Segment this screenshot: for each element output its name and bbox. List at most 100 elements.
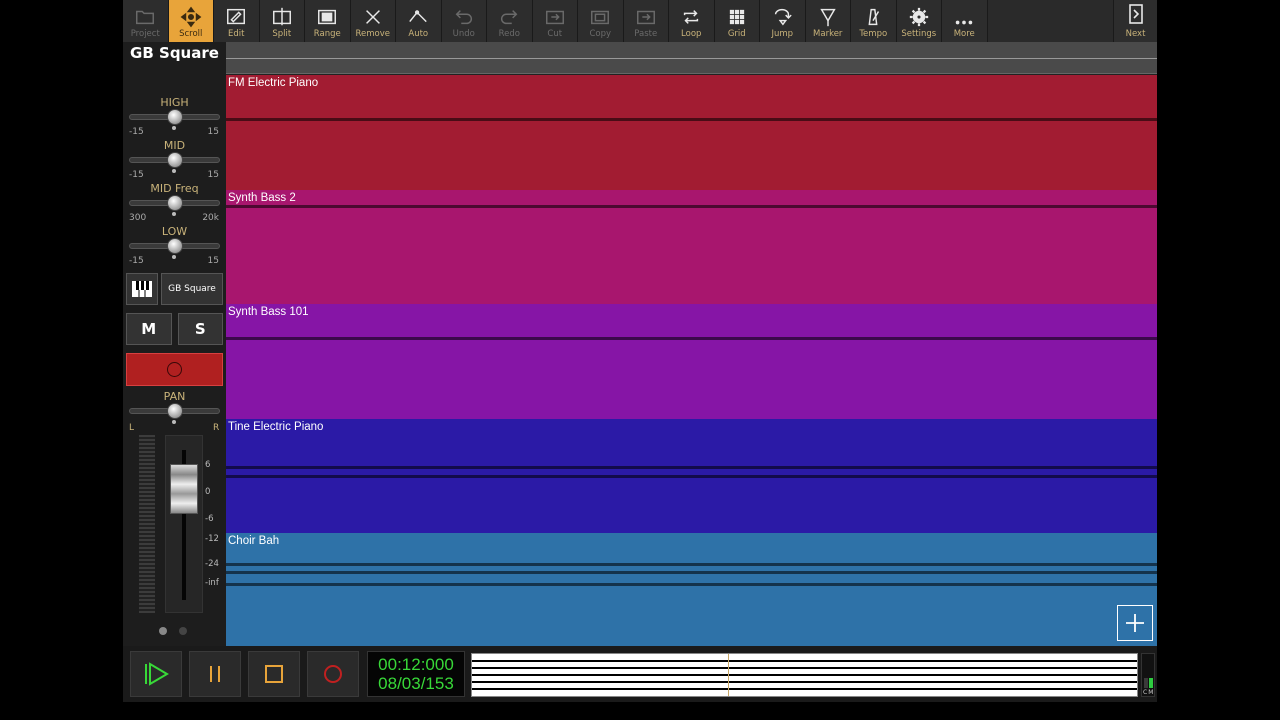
eq-high-label: HIGH xyxy=(160,96,189,109)
remove-tool-button[interactable]: Remove xyxy=(350,0,396,42)
pan-right-label: R xyxy=(213,423,220,433)
tool-label: Auto xyxy=(408,29,429,39)
next-button[interactable]: Next xyxy=(1113,0,1157,42)
cpu-meter-label: CM xyxy=(1143,689,1155,696)
eq-center-dot xyxy=(172,126,176,130)
lane-divider xyxy=(226,563,1157,567)
gear-icon xyxy=(908,5,930,29)
tool-label: Cut xyxy=(547,29,563,39)
grid-tool-button[interactable]: Grid xyxy=(714,0,760,42)
page-dot xyxy=(179,627,187,635)
track-area[interactable]: FM Electric Piano Synth Bass 2 Synth Bass … xyxy=(226,42,1157,649)
track-lane[interactable]: Tine Electric Piano xyxy=(226,418,1157,535)
more-tool-button[interactable]: More xyxy=(942,0,988,42)
eq-high-min: -15 xyxy=(129,127,144,137)
automation-icon xyxy=(407,5,429,29)
time-display[interactable]: 00:12:000 08/03/153 xyxy=(367,651,465,697)
marker-tool-button[interactable]: Marker xyxy=(805,0,851,42)
folder-icon xyxy=(134,5,156,29)
scroll-tool-button[interactable]: Scroll xyxy=(168,0,214,42)
track-lane[interactable]: Synth Bass 2 xyxy=(226,189,1157,306)
tool-label: Undo xyxy=(452,29,475,39)
track-title: Choir Bah xyxy=(228,535,280,548)
lane-divider xyxy=(226,583,1157,587)
tool-label: Marker xyxy=(813,29,843,39)
eq-mid-max: 15 xyxy=(207,170,219,180)
split-icon xyxy=(271,5,293,29)
eq-center-dot xyxy=(172,255,176,259)
position-readout: 08/03/153 xyxy=(378,674,454,693)
eq-low-label: LOW xyxy=(161,225,188,238)
eq-mid-freq-label: MID Freq xyxy=(150,182,199,195)
redo-tool-button[interactable]: Redo xyxy=(487,0,533,42)
cpu-meter: CM xyxy=(1141,653,1155,697)
more-dots-icon xyxy=(953,5,975,29)
stop-button[interactable] xyxy=(248,651,300,697)
settings-tool-button[interactable]: Settings xyxy=(896,0,942,42)
eq-center-dot xyxy=(172,169,176,173)
lane-divider xyxy=(226,474,1157,478)
play-button[interactable] xyxy=(130,651,182,697)
jump-tool-button[interactable]: Jump xyxy=(760,0,806,42)
record-circle-icon xyxy=(167,362,182,377)
add-track-button[interactable] xyxy=(1117,605,1153,641)
lane-divider xyxy=(226,337,1157,341)
paste-tool-button[interactable]: Paste xyxy=(623,0,669,42)
solo-button[interactable]: S xyxy=(177,313,223,345)
record-arm-button[interactable] xyxy=(126,353,223,386)
pause-button[interactable] xyxy=(189,651,241,697)
loop-tool-button[interactable]: Loop xyxy=(669,0,715,42)
next-page-icon xyxy=(1127,3,1145,29)
close-x-icon xyxy=(362,5,384,29)
lane-divider xyxy=(226,571,1157,575)
tool-label: Copy xyxy=(589,29,612,39)
eq-mid-knob[interactable] xyxy=(166,152,183,168)
tool-label: Settings xyxy=(901,29,937,39)
auto-tool-button[interactable]: Auto xyxy=(396,0,442,42)
play-icon xyxy=(145,662,169,686)
timeline-ruler[interactable] xyxy=(226,42,1157,74)
eq-high-knob[interactable] xyxy=(166,109,183,125)
tool-label: Grid xyxy=(727,29,746,39)
next-label: Next xyxy=(1125,29,1146,39)
eq-low-knob[interactable] xyxy=(166,238,183,254)
undo-tool-button[interactable]: Undo xyxy=(441,0,487,42)
tool-label: More xyxy=(953,29,975,39)
track-lane[interactable]: Choir Bah xyxy=(226,533,1157,649)
tool-label: Project xyxy=(130,29,160,39)
overview-lane-line xyxy=(472,660,1137,662)
pan-knob[interactable] xyxy=(166,403,183,419)
eq-mid-freq-knob[interactable] xyxy=(166,195,183,211)
tool-label: Jump xyxy=(771,29,794,39)
instrument-name-button[interactable]: GB Square xyxy=(161,273,223,305)
mute-button[interactable]: M xyxy=(126,313,172,345)
record-button[interactable] xyxy=(307,651,359,697)
copy-tool-button[interactable]: Copy xyxy=(578,0,624,42)
volume-fader[interactable] xyxy=(170,464,198,514)
track-lane[interactable]: FM Electric Piano xyxy=(226,75,1157,191)
tempo-tool-button[interactable]: Tempo xyxy=(851,0,897,42)
track-lane[interactable]: Synth Bass 101 xyxy=(226,304,1157,420)
eq-mid-label: MID xyxy=(163,139,186,152)
keyboard-icon[interactable] xyxy=(126,273,158,305)
jump-icon xyxy=(771,5,793,29)
time-readout: 00:12:000 xyxy=(378,655,454,674)
db-tick-label: -6 xyxy=(205,514,214,524)
marker-icon xyxy=(817,5,839,29)
track-title: Synth Bass 101 xyxy=(228,306,309,319)
db-tick-label: -24 xyxy=(205,559,219,569)
project-tool-button[interactable]: Project xyxy=(123,0,169,42)
channel-strip: GB Square HIGH -15 15 MID -15 15 MID Freq 300 20… xyxy=(123,42,226,646)
copy-icon xyxy=(589,5,611,29)
paste-icon xyxy=(635,5,657,29)
undo-icon xyxy=(453,5,475,29)
song-overview[interactable] xyxy=(471,653,1138,697)
metronome-icon xyxy=(862,5,884,29)
pan-left-label: L xyxy=(129,423,135,433)
split-tool-button[interactable]: Split xyxy=(259,0,305,42)
edit-tool-button[interactable]: Edit xyxy=(214,0,260,42)
eq-mid-min: -15 xyxy=(129,170,144,180)
range-tool-button[interactable]: Range xyxy=(305,0,351,42)
db-tick-label: 6 xyxy=(205,460,211,470)
cut-tool-button[interactable]: Cut xyxy=(532,0,578,42)
